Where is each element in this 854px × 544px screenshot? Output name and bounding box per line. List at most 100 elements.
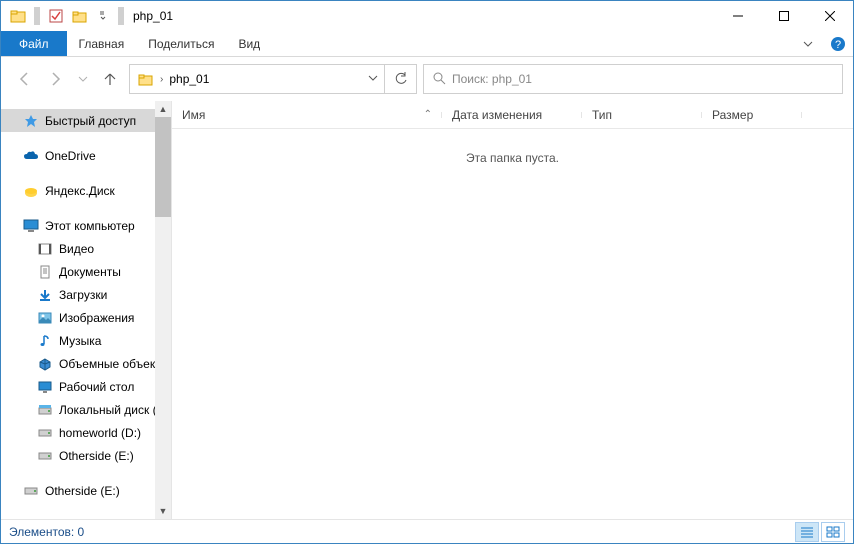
ribbon: Файл Главная Поделиться Вид ?	[1, 31, 853, 57]
window-title: php_01	[133, 9, 173, 23]
separator	[118, 7, 124, 25]
sidebar-item-local-disk-c[interactable]: Локальный диск (C:)	[1, 398, 155, 421]
tree-label: Изображения	[59, 311, 134, 325]
status-bar: Элементов: 0	[1, 519, 853, 543]
forward-button[interactable]	[43, 66, 69, 92]
search-placeholder: Поиск: php_01	[452, 72, 532, 86]
sidebar-item-3d-objects[interactable]: Объемные объекты	[1, 352, 155, 375]
svg-text:?: ?	[835, 39, 841, 51]
tab-label: Главная	[79, 37, 125, 51]
sidebar-item-otherside-root[interactable]: Otherside (E:)	[1, 479, 155, 502]
quick-access-toolbar	[7, 5, 115, 27]
tree-label: homeworld (D:)	[59, 426, 141, 440]
scroll-down-icon[interactable]: ▼	[155, 503, 171, 519]
separator	[34, 7, 40, 25]
sidebar-item-onedrive[interactable]: OneDrive	[1, 144, 155, 167]
tab-home[interactable]: Главная	[67, 31, 137, 56]
new-folder-icon[interactable]	[69, 5, 91, 27]
sort-icon: ⌃	[424, 109, 432, 120]
chevron-right-icon[interactable]: ›	[160, 74, 163, 85]
drive-icon	[23, 483, 39, 499]
column-header-size[interactable]: Размер	[702, 108, 802, 122]
qat-dropdown-icon[interactable]	[93, 5, 115, 27]
properties-icon[interactable]	[45, 5, 67, 27]
maximize-button[interactable]	[761, 1, 807, 31]
column-label: Дата изменения	[452, 108, 542, 122]
close-button[interactable]	[807, 1, 853, 31]
tree-label: Быстрый доступ	[45, 114, 136, 128]
tree-label: Видео	[59, 242, 94, 256]
sidebar-item-this-pc[interactable]: Этот компьютер	[1, 214, 155, 237]
back-button[interactable]	[11, 66, 37, 92]
search-icon	[432, 71, 446, 88]
body: Быстрый доступ OneDrive Яндекс.Диск Этот…	[1, 101, 853, 519]
ribbon-expand-button[interactable]	[793, 31, 823, 56]
column-headers: Имя ⌃ Дата изменения Тип Размер	[172, 101, 853, 129]
tree-label: Otherside (E:)	[59, 449, 134, 463]
large-icons-view-button[interactable]	[821, 522, 845, 542]
desktop-icon	[37, 379, 53, 395]
videos-icon	[37, 241, 53, 257]
tree-label: OneDrive	[45, 149, 96, 163]
explorer-window: php_01 Файл Главная Поделиться Вид ? › p…	[0, 0, 854, 544]
tree-label: Загрузки	[59, 288, 107, 302]
search-input[interactable]: Поиск: php_01	[423, 64, 843, 94]
tree-label: Этот компьютер	[45, 219, 135, 233]
sidebar-item-quick-access[interactable]: Быстрый доступ	[1, 109, 155, 132]
refresh-button[interactable]	[385, 64, 417, 94]
cube-icon	[37, 356, 53, 372]
chevron-down-icon[interactable]	[368, 70, 378, 88]
scrollbar-thumb[interactable]	[155, 117, 171, 217]
drive-icon	[37, 425, 53, 441]
details-view-button[interactable]	[795, 522, 819, 542]
column-header-name[interactable]: Имя ⌃	[172, 108, 442, 122]
sidebar-item-documents[interactable]: Документы	[1, 260, 155, 283]
sidebar-item-videos[interactable]: Видео	[1, 237, 155, 260]
sidebar-item-desktop[interactable]: Рабочий стол	[1, 375, 155, 398]
tree-label: Яндекс.Диск	[45, 184, 115, 198]
sidebar-item-drive-e[interactable]: Otherside (E:)	[1, 444, 155, 467]
column-label: Размер	[712, 108, 753, 122]
folder-icon	[134, 71, 158, 87]
navigation-pane: Быстрый доступ OneDrive Яндекс.Диск Этот…	[1, 101, 171, 519]
documents-icon	[37, 264, 53, 280]
scroll-up-icon[interactable]: ▲	[155, 101, 171, 117]
sidebar-item-downloads[interactable]: Загрузки	[1, 283, 155, 306]
yandex-disk-icon	[23, 183, 39, 199]
titlebar: php_01	[1, 1, 853, 31]
downloads-icon	[37, 287, 53, 303]
content-pane: Имя ⌃ Дата изменения Тип Размер Эта папк…	[171, 101, 853, 519]
file-tab[interactable]: Файл	[1, 31, 67, 56]
column-label: Имя	[182, 108, 205, 122]
recent-locations-button[interactable]	[75, 66, 91, 92]
tab-label: Поделиться	[148, 37, 214, 51]
tab-label: Вид	[238, 37, 260, 51]
column-header-date[interactable]: Дата изменения	[442, 108, 582, 122]
tree-label: Otherside (E:)	[45, 484, 120, 498]
tab-share[interactable]: Поделиться	[136, 31, 226, 56]
tree-label: Объемные объекты	[59, 357, 155, 371]
computer-icon	[23, 218, 39, 234]
drive-icon	[37, 448, 53, 464]
tree-label: Музыка	[59, 334, 101, 348]
breadcrumb-item[interactable]: php_01	[165, 72, 213, 86]
column-header-type[interactable]: Тип	[582, 108, 702, 122]
minimize-button[interactable]	[715, 1, 761, 31]
tab-view[interactable]: Вид	[226, 31, 272, 56]
sidebar-item-drive-d[interactable]: homeworld (D:)	[1, 421, 155, 444]
item-count: Элементов: 0	[9, 525, 84, 539]
cloud-icon	[23, 148, 39, 164]
address-bar[interactable]: › php_01	[129, 64, 385, 94]
sidebar-item-yandex-disk[interactable]: Яндекс.Диск	[1, 179, 155, 202]
folder-icon	[7, 5, 29, 27]
drive-icon	[37, 402, 53, 418]
column-label: Тип	[592, 108, 612, 122]
tree-label: Рабочий стол	[59, 380, 134, 394]
sidebar-item-music[interactable]: Музыка	[1, 329, 155, 352]
sidebar-item-pictures[interactable]: Изображения	[1, 306, 155, 329]
tree-label: Локальный диск (C:)	[59, 403, 155, 417]
help-button[interactable]: ?	[823, 31, 853, 56]
music-icon	[37, 333, 53, 349]
up-button[interactable]	[97, 66, 123, 92]
empty-folder-message: Эта папка пуста.	[172, 129, 853, 165]
